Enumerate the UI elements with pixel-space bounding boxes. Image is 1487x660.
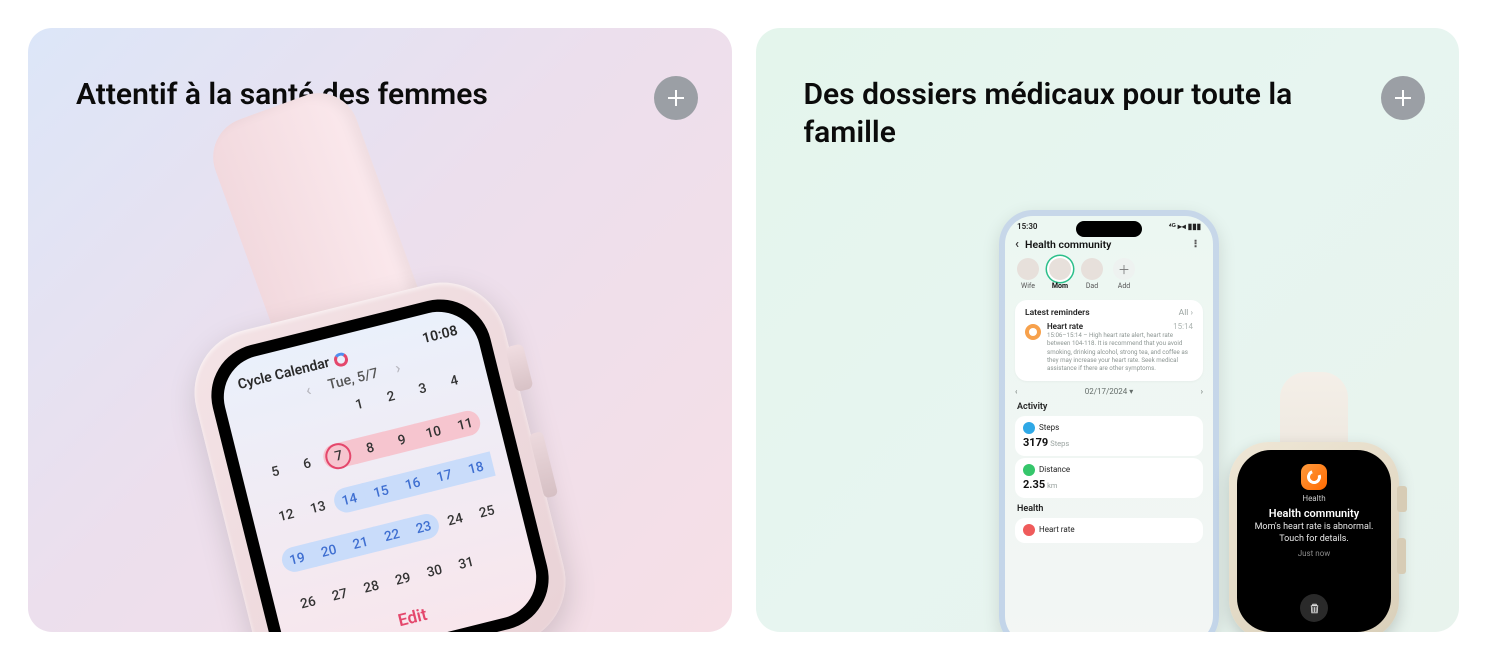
watch-side-button [528,431,558,498]
plus-icon [666,88,686,108]
avatar-item-selected: Mom [1049,258,1071,290]
distance-icon [1023,464,1035,476]
notification-title: Health community [1269,507,1359,520]
heart-icon [1023,524,1035,536]
watch-app-name: Health [1302,494,1325,503]
steps-icon [1023,422,1035,434]
chevron-left-icon: ‹ [303,380,312,400]
metric-distance: Distance 2.35km [1015,458,1203,498]
cycle-icon [332,351,349,368]
notification-time: Just now [1298,549,1331,558]
card-womens-health: Attentif à la santé des femmes Cycle Cal… [28,28,732,632]
bell-icon [1025,324,1041,340]
phone-mockup: 15:30 ⁴ᴳ ▸◂ ▮▮▮ ‹ Health community ⠇ Wif… [999,210,1219,632]
metric-steps: Steps 3179Steps [1015,416,1203,456]
reminder-body: 15:06–15:14 – High heart rate alert, hea… [1047,331,1193,373]
watch-face: Cycle Calendar 10:08 ‹ Tue, 5/7 › 1 2 [215,303,545,632]
status-icons: ⁴ᴳ ▸◂ ▮▮▮ [1169,222,1201,231]
avatar-item: Wife [1017,258,1039,290]
status-time: 15:30 [1017,222,1037,231]
expand-button[interactable] [654,76,698,120]
chevron-right-icon: › [393,358,402,378]
watch-side-button [1397,538,1406,574]
phone-watch-illustration: 15:30 ⁴ᴳ ▸◂ ▮▮▮ ‹ Health community ⠇ Wif… [999,150,1399,632]
avatar-row: Wife Mom Dad ＋Add [1005,256,1213,296]
watch-crown [1397,486,1407,512]
reminders-panel: Latest remindersAll › Heart rate15:14 15… [1015,300,1203,381]
avatar-item: Dad [1081,258,1103,290]
watch-crown [505,343,534,392]
section-activity: Activity [1005,398,1213,414]
notification-message: Mom's heart rate is abnormal. Touch for … [1249,522,1379,545]
avatar-add: ＋Add [1113,258,1135,290]
trash-icon [1308,602,1321,615]
chevron-right-icon: › [1201,387,1203,396]
date-nav: ‹ 02/17/2024 ▾ › [1005,385,1213,398]
menu-icon: ⠇ [1193,238,1203,251]
card-title: Des dossiers médicaux pour toute la fami… [804,76,1340,151]
plus-icon [1393,88,1413,108]
metric-heartrate: Heart rate [1015,518,1203,543]
back-icon: ‹ [1015,237,1019,252]
expand-button[interactable] [1381,76,1425,120]
section-health: Health [1005,500,1213,516]
health-app-icon [1301,464,1327,490]
watch-mockup: Health Health community Mom's heart rate… [1229,442,1399,632]
phone-notch [1076,221,1142,237]
watch-screen: Health Health community Mom's heart rate… [1237,450,1391,632]
card-family-health: Des dossiers médicaux pour toute la fami… [756,28,1460,632]
watch-illustration: Cycle Calendar 10:08 ‹ Tue, 5/7 › 1 2 [181,269,579,632]
delete-button [1300,594,1328,622]
app-header-title: Health community [1025,238,1111,251]
chevron-left-icon: ‹ [1015,387,1017,396]
